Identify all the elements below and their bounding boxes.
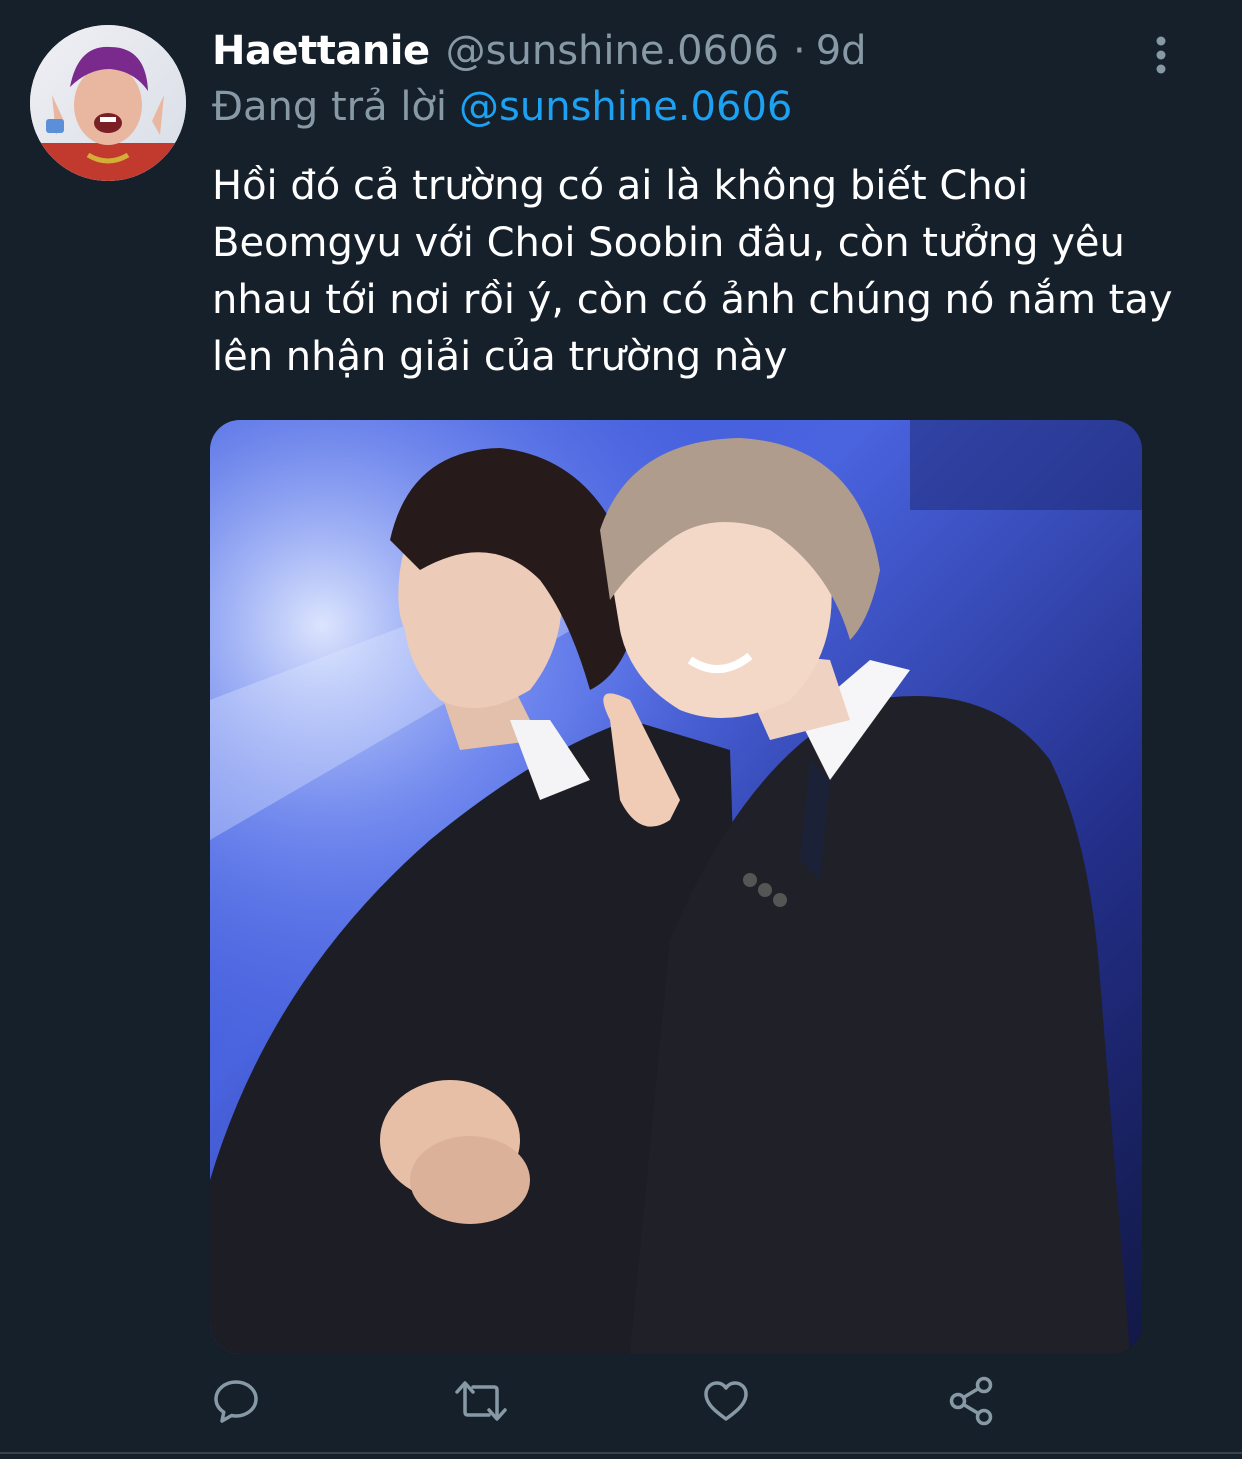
user-handle[interactable]: @sunshine.0606 [446,28,779,74]
separator-dot: · [792,28,806,74]
divider [0,1452,1242,1454]
replying-to: Đang trả lời @sunshine.0606 [212,84,792,130]
avatar-image [30,25,186,181]
retweet-icon[interactable] [453,1375,509,1431]
tweet-header: Haettanie @sunshine.0606 · 9d [212,28,867,80]
avatar[interactable] [30,25,186,181]
replying-to-handle[interactable]: @sunshine.0606 [459,84,792,130]
reply-icon[interactable] [210,1375,266,1431]
tweet-text: Hồi đó cả trường có ai là không biết Cho… [212,163,1173,380]
like-icon[interactable] [700,1375,756,1431]
display-name[interactable]: Haettanie [212,28,430,74]
tweet-actions [210,1375,1010,1435]
timestamp[interactable]: 9d [816,28,867,74]
tweet-photo[interactable] [210,420,1142,1354]
replying-to-label: Đang trả lời [212,84,448,130]
share-icon[interactable] [946,1375,1002,1431]
tweet: Haettanie @sunshine.0606 · 9d Đang trả l… [0,0,1242,1459]
more-options-icon[interactable] [1150,36,1172,76]
photo-image [210,420,1142,1354]
